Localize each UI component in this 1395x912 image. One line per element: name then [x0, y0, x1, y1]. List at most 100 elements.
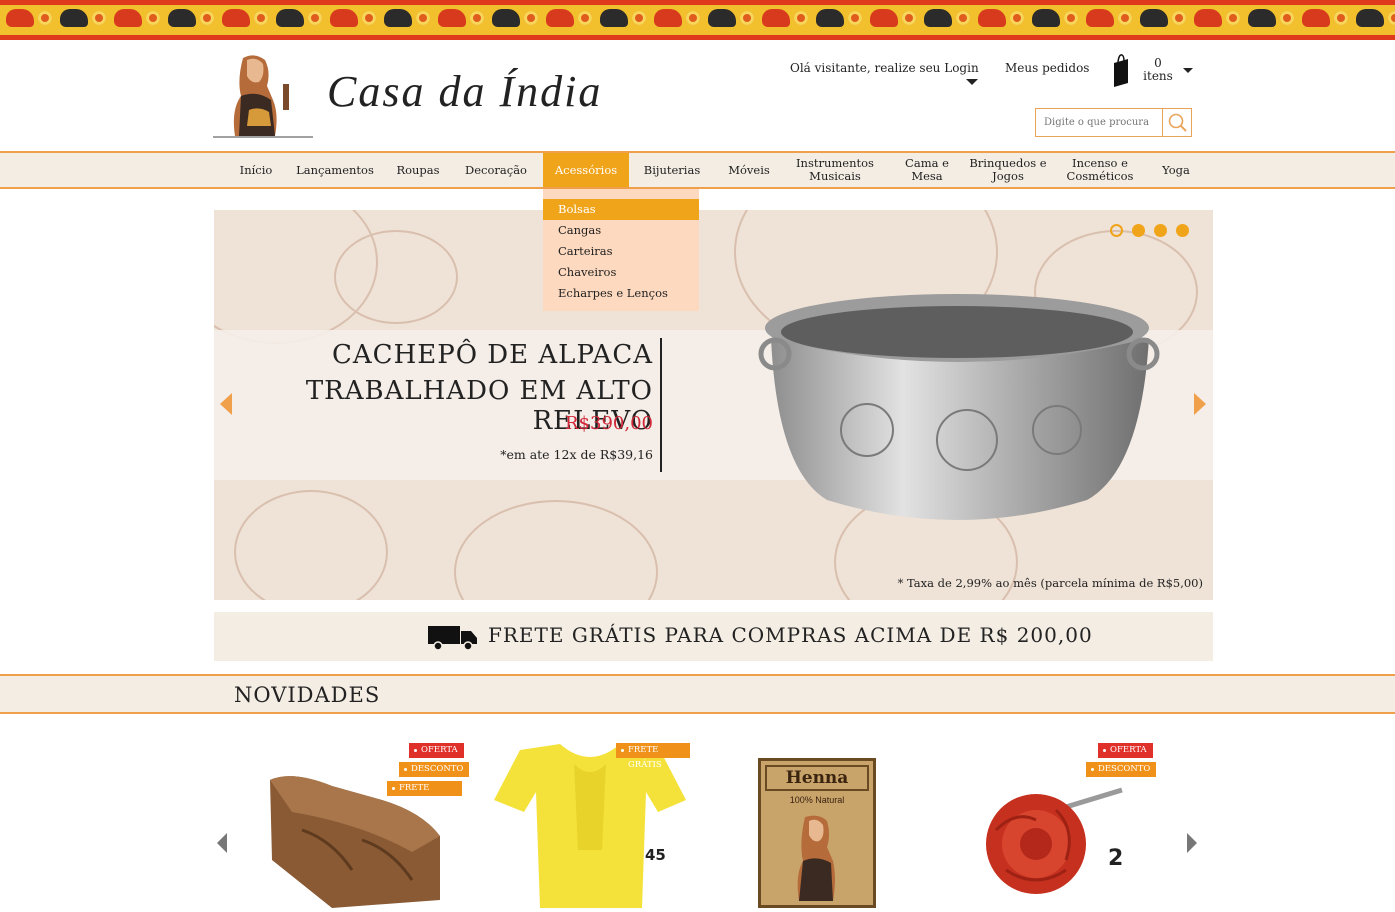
- products-prev-arrow-icon[interactable]: [217, 833, 227, 853]
- cart-count-label: itens: [1143, 69, 1173, 83]
- logo-image[interactable]: [213, 50, 313, 138]
- elephant-motif: [810, 5, 864, 33]
- elephant-motif: [1296, 5, 1350, 33]
- elephant-icon: [1302, 9, 1330, 27]
- flower-icon: [470, 11, 484, 25]
- flower-icon: [686, 11, 700, 25]
- product-card[interactable]: OFERTA DESCONTO 2: [946, 740, 1157, 908]
- elephant-icon: [1032, 9, 1060, 27]
- shopping-bag-icon[interactable]: [1112, 53, 1130, 87]
- floral-pattern: [234, 490, 388, 600]
- slider-dot-4[interactable]: [1176, 224, 1189, 237]
- flower-icon: [524, 11, 538, 25]
- nav-item-decoracao[interactable]: Decoração: [454, 153, 538, 187]
- elephant-motif: [1242, 5, 1296, 33]
- flower-icon: [1118, 11, 1132, 25]
- flower-icon: [956, 11, 970, 25]
- flower-icon: [848, 11, 862, 25]
- promo-title-line1: CACHEPÔ DE ALPACA: [332, 340, 653, 370]
- dropdown-item-cangas[interactable]: Cangas: [543, 220, 699, 241]
- henna-woman-icon: [797, 815, 835, 901]
- slider-dot-3[interactable]: [1154, 224, 1167, 237]
- hero-banner[interactable]: CACHEPÔ DE ALPACA TRABALHADO EM ALTO REL…: [214, 210, 1213, 600]
- nav-item-cama-mesa[interactable]: Cama e Mesa: [896, 153, 958, 187]
- elephant-icon: [114, 9, 142, 27]
- elephant-motif: [594, 5, 648, 33]
- product-number: 2: [1108, 846, 1124, 871]
- flower-icon: [578, 11, 592, 25]
- product-number: 45: [645, 846, 666, 864]
- elephant-icon: [1356, 9, 1384, 27]
- floral-pattern: [454, 500, 658, 600]
- elephant-icon: [1194, 9, 1222, 27]
- nav-item-acessorios[interactable]: Acessórios: [543, 153, 629, 187]
- promo-divider: [660, 338, 662, 472]
- elephant-icon: [276, 9, 304, 27]
- banner-next-arrow-icon[interactable]: [1194, 393, 1206, 415]
- nav-item-incenso[interactable]: Incenso e Cosméticos: [1054, 153, 1146, 187]
- nav-item-lancamentos[interactable]: Lançamentos: [288, 153, 382, 187]
- brand-title[interactable]: Casa da Índia: [327, 66, 602, 117]
- tax-note: * Taxa de 2,99% ao mês (parcela mínima d…: [897, 576, 1203, 590]
- nav-item-inicio[interactable]: Início: [230, 153, 282, 187]
- elephant-icon: [1140, 9, 1168, 27]
- henna-package-title: Henna: [765, 765, 869, 791]
- floral-pattern: [334, 230, 458, 324]
- flower-icon: [1172, 11, 1186, 25]
- elephant-icon: [60, 9, 88, 27]
- elephant-motif: [1134, 5, 1188, 33]
- dropdown-item-carteiras[interactable]: Carteiras: [543, 241, 699, 262]
- silver-bowl-image: [758, 294, 1160, 520]
- flower-icon: [1280, 11, 1294, 25]
- cart-dropdown-icon[interactable]: [1183, 68, 1193, 73]
- chevron-down-icon[interactable]: [966, 79, 978, 85]
- flower-icon: [1226, 11, 1240, 25]
- flower-icon: [1388, 11, 1395, 25]
- elephant-icon: [1086, 9, 1114, 27]
- login-link[interactable]: Olá visitante, realize seu Login: [790, 61, 979, 75]
- nav-item-bijuterias[interactable]: Bijuterias: [636, 153, 708, 187]
- henna-package: Henna 100% Natural: [758, 758, 876, 908]
- products-next-arrow-icon[interactable]: [1187, 833, 1197, 853]
- elephant-motif: [0, 5, 54, 33]
- flower-icon: [632, 11, 646, 25]
- product-card[interactable]: OFERTA DESCONTO FRETE GRÁTIS: [262, 740, 470, 908]
- nav-item-instrumentos[interactable]: Instrumentos Musicais: [786, 153, 884, 187]
- elephant-icon: [6, 9, 34, 27]
- elephant-icon: [762, 9, 790, 27]
- product-card[interactable]: FRETE GRÁTIS 45: [490, 740, 690, 908]
- elephant-motif: [1188, 5, 1242, 33]
- acessorios-dropdown: Bolsas Cangas Carteiras Chaveiros Echarp…: [543, 189, 699, 311]
- flower-icon: [254, 11, 268, 25]
- nav-item-brinquedos[interactable]: Brinquedos e Jogos: [966, 153, 1050, 187]
- flower-icon: [38, 11, 52, 25]
- elephant-motif: [540, 5, 594, 33]
- tag-desconto: DESCONTO: [1086, 762, 1157, 777]
- banner-prev-arrow-icon[interactable]: [220, 393, 232, 415]
- slider-dot-2[interactable]: [1132, 224, 1145, 237]
- nav-item-roupas[interactable]: Roupas: [390, 153, 446, 187]
- elephant-motif: [162, 5, 216, 33]
- flower-icon: [902, 11, 916, 25]
- elephant-icon: [330, 9, 358, 27]
- dropdown-item-echarpes[interactable]: Echarpes e Lenços: [543, 283, 699, 304]
- elephant-icon: [870, 9, 898, 27]
- search-input[interactable]: [1036, 109, 1163, 136]
- elephant-motif: [486, 5, 540, 33]
- tag-oferta: OFERTA: [409, 743, 464, 758]
- elephant-motif: [216, 5, 270, 33]
- elephant-motif: [1026, 5, 1080, 33]
- main-navigation: Início Lançamentos Roupas Decoração Aces…: [0, 151, 1395, 189]
- elephant-motif: [756, 5, 810, 33]
- dropdown-item-bolsas[interactable]: Bolsas: [543, 199, 699, 220]
- search-button[interactable]: [1162, 109, 1192, 136]
- orders-link[interactable]: Meus pedidos: [1005, 61, 1089, 75]
- slider-dot-1[interactable]: [1110, 224, 1123, 237]
- elephant-motif: [108, 5, 162, 33]
- dropdown-item-chaveiros[interactable]: Chaveiros: [543, 262, 699, 283]
- cart-count[interactable]: 0 itens: [1140, 57, 1176, 83]
- nav-item-yoga[interactable]: Yoga: [1152, 153, 1200, 187]
- product-card[interactable]: Henna 100% Natural: [718, 740, 918, 908]
- tag-frete-gratis: FRETE GRÁTIS: [387, 781, 462, 808]
- nav-item-moveis[interactable]: Móveis: [720, 153, 778, 187]
